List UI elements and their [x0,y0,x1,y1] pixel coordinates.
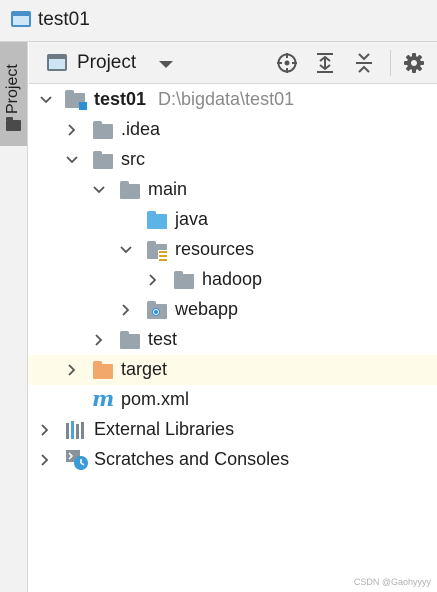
chevron-right-icon[interactable] [66,124,78,136]
tree-row-target[interactable]: target [29,355,437,385]
folder-icon [120,181,140,199]
folder-icon [174,271,194,289]
chevron-down-icon[interactable] [40,94,52,106]
tree-label: test [148,329,178,349]
maven-icon: m [92,386,115,411]
folder-icon [120,331,140,349]
tree-label: .idea [121,119,161,139]
source-folder-icon [147,211,167,229]
tree-label: resources [175,239,255,259]
folder-icon [6,117,21,131]
tree-label: target [121,359,168,379]
expand-all-icon[interactable] [314,52,336,74]
excluded-folder-icon [93,361,113,379]
folder-icon [93,121,113,139]
chevron-right-icon[interactable] [66,364,78,376]
tree-row-scratches[interactable]: Scratches and Consoles [29,445,437,475]
tree-label: hadoop [202,269,263,289]
tree-label: main [148,179,188,199]
tree-row-test01[interactable]: test01 D:\bigdata\test01 [29,85,437,115]
tree-label: External Libraries [94,419,235,439]
window-icon [11,11,31,27]
tree-label: Scratches and Consoles [94,449,290,469]
chevron-right-icon[interactable] [147,274,159,286]
tree-row-idea[interactable]: .idea [29,115,437,145]
tree-row-resources[interactable]: resources [29,235,437,265]
tree-row-test[interactable]: test [29,325,437,355]
tree-label: webapp [175,299,239,319]
tree-row-main[interactable]: main [29,175,437,205]
chevron-down-icon[interactable] [159,61,173,68]
tree-row-java[interactable]: java [29,205,437,235]
tree-label: src [121,149,145,169]
tree-row-pom[interactable]: m pom.xml [29,385,437,415]
libraries-icon [66,421,84,439]
tree-path: D:\bigdata\test01 [158,89,295,109]
folder-icon [93,151,113,169]
project-tool-tab[interactable]: Project [0,42,27,146]
project-tree: test01 D:\bigdata\test01 .idea src main … [29,84,437,592]
chevron-right-icon[interactable] [120,304,132,316]
window-title: test01 [38,9,90,30]
title-bar: test01 [0,0,437,42]
tree-row-hadoop[interactable]: hadoop [29,265,437,295]
project-view-icon [47,54,67,71]
tree-row-webapp[interactable]: webapp [29,295,437,325]
watermark: CSDN @Gaohyyyy [353,577,431,587]
collapse-all-icon[interactable] [353,52,375,74]
tool-window-strip: Project [0,42,28,592]
locate-icon[interactable] [276,52,298,74]
chevron-right-icon[interactable] [39,424,51,436]
chevron-right-icon[interactable] [39,454,51,466]
tree-label: pom.xml [121,389,190,409]
tree-label: java [175,209,209,229]
tree-row-external-libraries[interactable]: External Libraries [29,415,437,445]
project-toolbar: Project [29,42,437,84]
chevron-down-icon[interactable] [93,184,105,196]
tree-row-src[interactable]: src [29,145,437,175]
chevron-down-icon[interactable] [120,244,132,256]
chevron-down-icon[interactable] [66,154,78,166]
scratches-icon [66,450,88,470]
project-tool-tab-label: Project [4,64,21,114]
project-view-selector[interactable]: Project [77,52,136,74]
tree-label: test01 [94,89,147,109]
chevron-right-icon[interactable] [93,334,105,346]
toolbar-separator [390,50,391,76]
gear-icon[interactable] [403,52,425,74]
